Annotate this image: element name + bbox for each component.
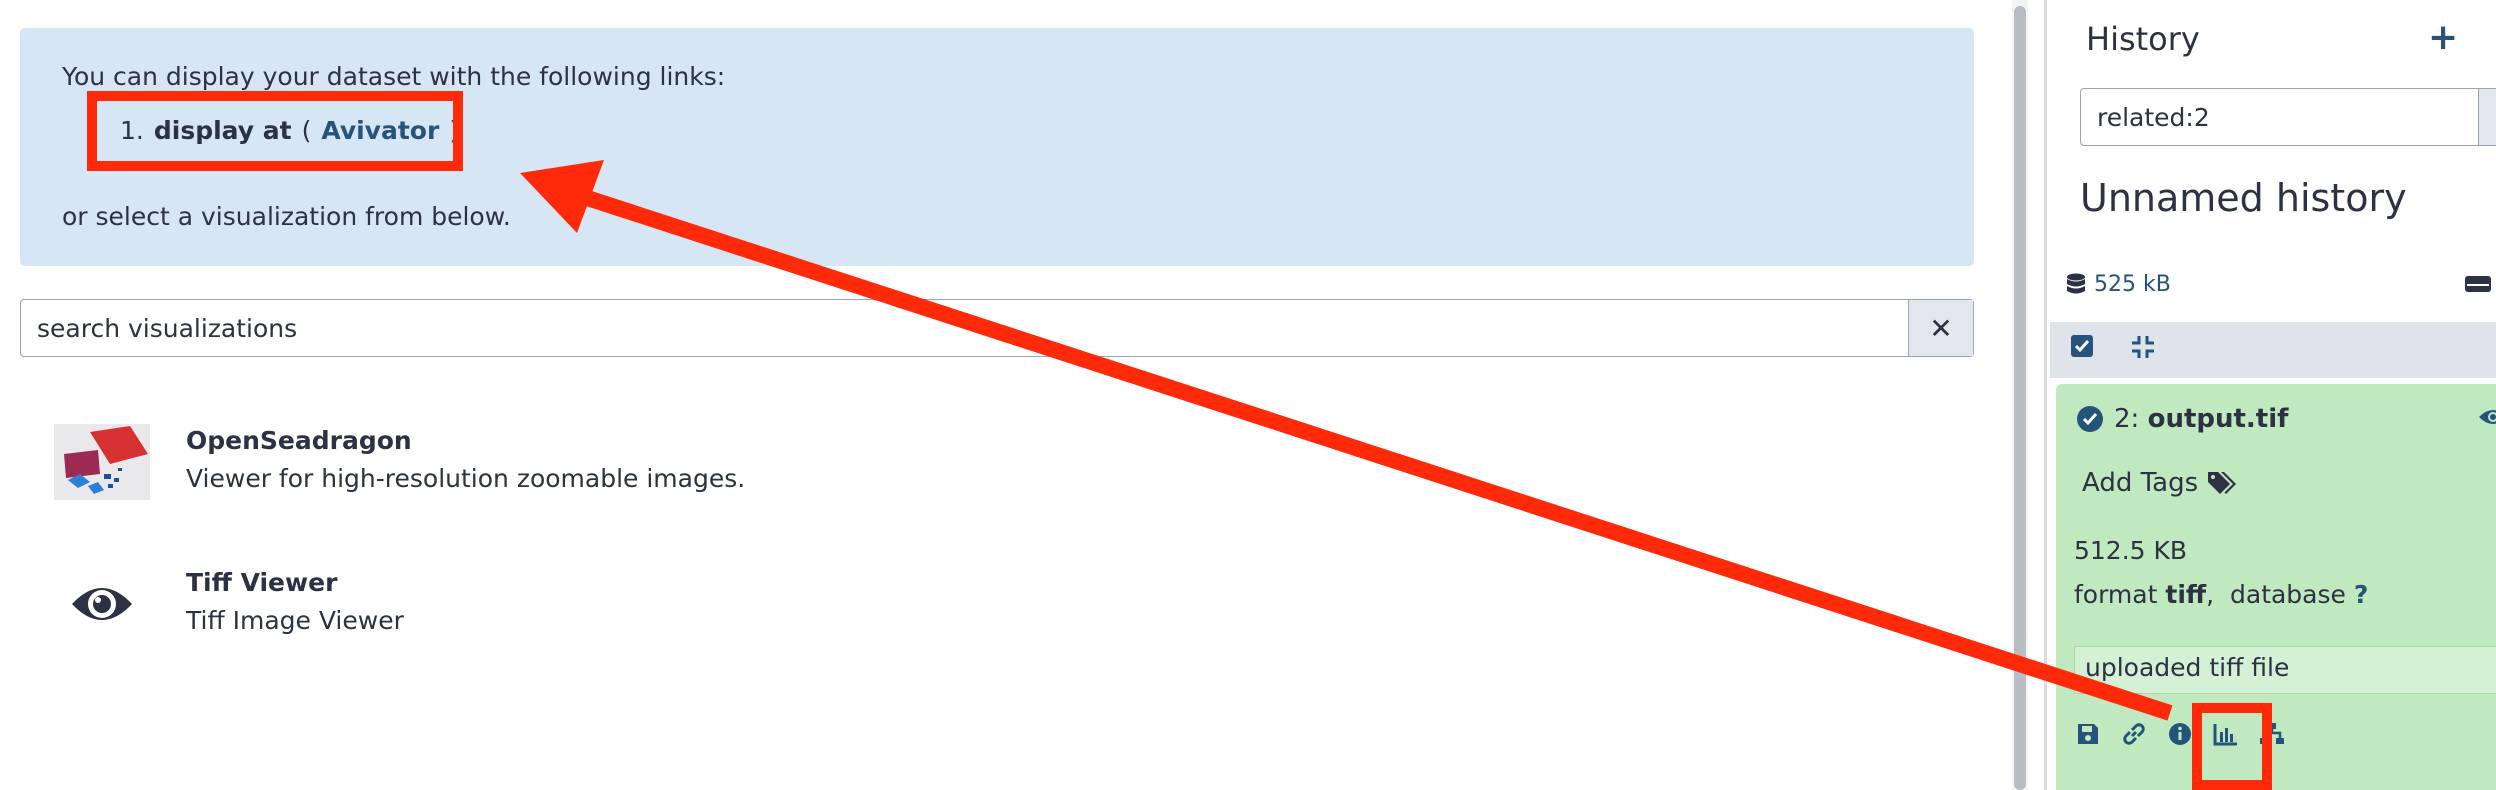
link-icon	[2123, 723, 2145, 745]
list-number: 1.	[120, 116, 144, 145]
history-toolbar	[2050, 322, 2496, 378]
paren-close: )	[449, 116, 460, 145]
dataset-actions	[2074, 714, 2286, 754]
check-circle-icon	[2077, 406, 2103, 432]
check-square-icon[interactable]	[2070, 334, 2094, 358]
format-label: format	[2074, 580, 2158, 609]
database-value[interactable]: ?	[2354, 580, 2369, 609]
visualize-button[interactable]	[2212, 720, 2240, 748]
dataset-peek: uploaded tiff file	[2074, 646, 2496, 694]
history-name[interactable]: Unnamed history	[2080, 176, 2407, 220]
dataset-item: 2: output.tif Add Tags 512.5 KB format t…	[2056, 384, 2496, 790]
eye-icon[interactable]	[2478, 406, 2496, 428]
visualization-search: ✕	[20, 299, 1974, 357]
save-icon	[2078, 724, 2098, 744]
plus-icon[interactable]: +	[2428, 20, 2458, 56]
display-links-list: 1. display at ( Avivator )	[120, 116, 459, 145]
paren-open: (	[301, 116, 312, 145]
panel-drag-handle[interactable]	[2044, 0, 2047, 790]
history-size-value: 525 kB	[2094, 272, 2171, 297]
visualization-item-tiff-viewer[interactable]: Tiff Viewer Tiff Image Viewer	[50, 566, 1950, 656]
visualization-title: OpenSeadragon	[186, 426, 412, 455]
history-filter-input[interactable]: related:2	[2080, 88, 2496, 146]
close-icon: ✕	[1929, 311, 1953, 345]
center-scrollbar-thumb[interactable]	[2014, 6, 2026, 790]
add-tags-label: Add Tags	[2082, 468, 2199, 498]
dataset-name: output.tif	[2147, 404, 2289, 434]
chart-icon	[2213, 724, 2237, 746]
dataset-title[interactable]: 2: output.tif	[2114, 404, 2288, 434]
history-filter-toggle[interactable]	[2478, 88, 2496, 146]
search-visualizations-input[interactable]	[21, 300, 1909, 356]
visualization-description: Viewer for high-resolution zoomable imag…	[186, 464, 746, 493]
database-icon	[2067, 273, 2085, 293]
visualization-item-openseadragon[interactable]: OpenSeadragon Viewer for high-resolution…	[50, 424, 1950, 514]
copy-link-button[interactable]	[2120, 720, 2148, 748]
display-links-alert: You can display your dataset with the fo…	[20, 28, 1974, 266]
display-link-item: 1. display at ( Avivator )	[120, 116, 459, 145]
database-label: database	[2230, 580, 2346, 609]
dataset-hid: 2:	[2114, 404, 2140, 434]
sitemap-icon	[2260, 723, 2284, 744]
history-size[interactable]: 525 kB	[2066, 272, 2171, 297]
related-datasets-button[interactable]	[2258, 720, 2286, 748]
add-tags-button[interactable]: Add Tags	[2082, 468, 2237, 498]
history-panel: History + related:2 Unnamed history 525 …	[2050, 0, 2496, 790]
drive-icon[interactable]	[2464, 272, 2494, 296]
avivator-link[interactable]: Avivator	[321, 116, 439, 145]
display-at-label: display at	[153, 116, 292, 145]
clear-search-button[interactable]: ✕	[1908, 300, 1973, 356]
visualization-description: Tiff Image Viewer	[186, 606, 404, 635]
tags-icon	[2208, 472, 2237, 494]
eye-icon	[72, 588, 132, 620]
alert-intro-text: You can display your dataset with the fo…	[62, 62, 726, 91]
openseadragon-thumbnail	[54, 424, 150, 500]
collapse-icon[interactable]	[2130, 334, 2156, 360]
format-value: tiff	[2165, 580, 2207, 609]
visualization-title: Tiff Viewer	[186, 568, 338, 597]
dataset-format-line: format tiff, database ?	[2074, 580, 2369, 609]
history-heading: History	[2086, 20, 2200, 58]
info-icon	[2169, 723, 2191, 745]
alert-outro-text: or select a visualization from below.	[62, 202, 511, 231]
dataset-size: 512.5 KB	[2074, 536, 2188, 565]
download-button[interactable]	[2074, 720, 2102, 748]
dataset-details-button[interactable]	[2166, 720, 2194, 748]
center-panel: You can display your dataset with the fo…	[0, 0, 2000, 790]
